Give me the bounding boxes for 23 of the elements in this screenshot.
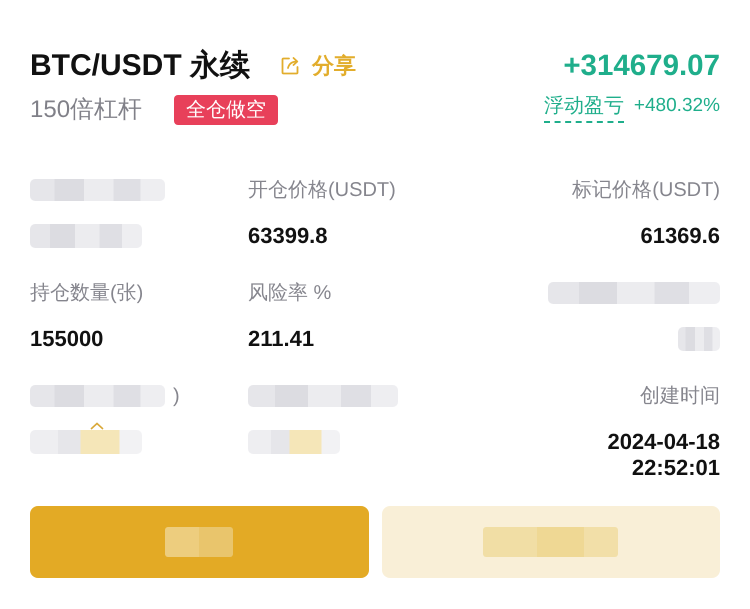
created-time: 22:52:01 bbox=[632, 455, 720, 481]
unrealized-pnl-value: +314679.07 bbox=[563, 48, 720, 84]
field-label: 开仓价格(USDT) bbox=[248, 178, 396, 202]
blurred-text bbox=[165, 527, 234, 557]
contract-title: BTC/USDT 永续 bbox=[30, 48, 250, 84]
field-value: 63399.8 bbox=[248, 223, 328, 249]
field-label: 风险率 % bbox=[248, 281, 332, 305]
pnl-ratio-value: +480.32% bbox=[634, 94, 720, 118]
share-icon bbox=[280, 56, 300, 76]
label-fragment: ) bbox=[173, 384, 180, 408]
action-button[interactable] bbox=[30, 506, 368, 578]
field-value: 211.41 bbox=[248, 326, 314, 352]
field-value: 155000 bbox=[30, 326, 104, 352]
margin-mode-badge: 全仓做空 bbox=[174, 95, 278, 125]
field-value: 61369.6 bbox=[640, 223, 720, 249]
field-label: 标记价格(USDT) bbox=[572, 178, 720, 202]
share-button[interactable]: 分享 bbox=[280, 53, 356, 79]
field-label: 持仓数量(张) bbox=[30, 281, 144, 305]
floating-pnl-label[interactable]: 浮动盈亏 bbox=[544, 94, 624, 122]
field-label: 创建时间 bbox=[640, 384, 720, 408]
action-button[interactable] bbox=[382, 506, 720, 578]
created-date: 2024-04-18 bbox=[607, 429, 720, 455]
leverage-text: 150倍杠杆 bbox=[30, 95, 142, 125]
